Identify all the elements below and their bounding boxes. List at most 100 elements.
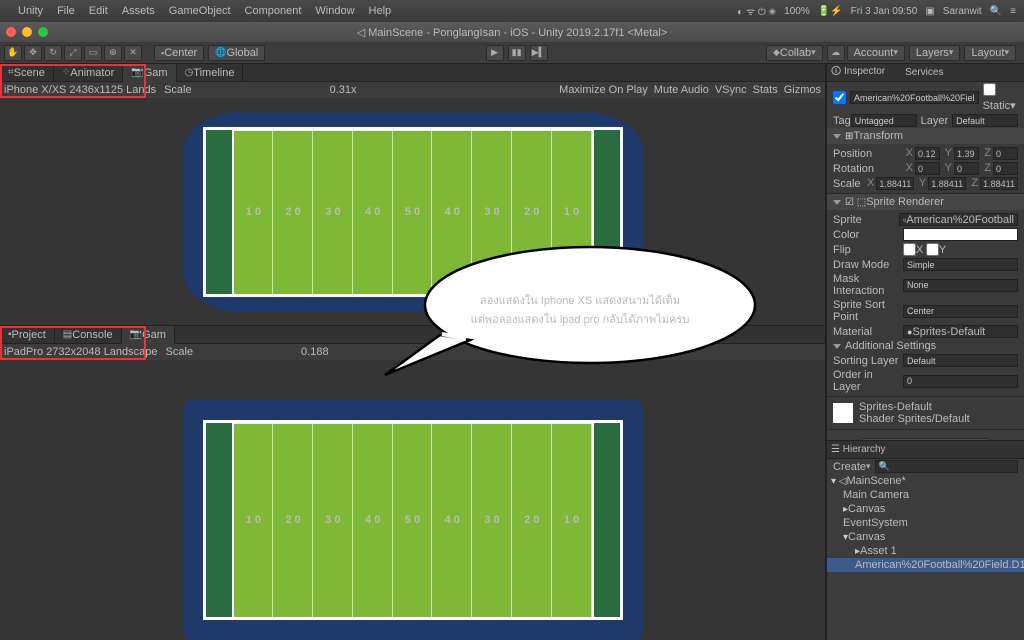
transform-tool[interactable]: ⊕ <box>104 45 122 61</box>
menu-assets[interactable]: Assets <box>122 5 155 17</box>
sprite-field[interactable]: ▫American%20Football <box>899 213 1018 226</box>
game-render-bottom: 1 02 03 04 05 04 03 02 01 0 <box>183 400 643 640</box>
rot-z[interactable]: 0 <box>993 162 1018 175</box>
static-check[interactable] <box>983 83 996 96</box>
scene-row[interactable]: ▾ ◁ MainScene* <box>827 474 1024 488</box>
scl-y[interactable]: 1.88411 <box>928 177 966 190</box>
hierarchy-item-selected[interactable]: American%20Football%20Field.D13.2k <box>827 558 1024 572</box>
battery: 100% <box>784 6 810 17</box>
cloud-button[interactable]: ☁ <box>827 45 845 61</box>
game-viewport-bottom: 1 02 03 04 05 04 03 02 01 0 <box>0 360 825 640</box>
mute-toggle[interactable]: Mute Audio <box>654 84 709 96</box>
hierarchy-item[interactable]: ▸ Canvas <box>827 502 1024 516</box>
macos-menubar: Unity File Edit Assets GameObject Compon… <box>0 0 1024 22</box>
go-enabled[interactable] <box>833 91 846 104</box>
pivot-rotation[interactable]: 🌐Global <box>208 45 265 61</box>
pos-x[interactable]: 0.12 <box>915 147 940 160</box>
close-dot[interactable] <box>6 27 16 37</box>
rotate-tool[interactable]: ↻ <box>44 45 62 61</box>
menu-file[interactable]: File <box>57 5 75 17</box>
traffic-lights[interactable] <box>6 27 48 37</box>
tab-hierarchy[interactable]: ☰ Hierarchy <box>831 444 896 455</box>
order-field[interactable]: 0 <box>903 375 1018 388</box>
menu-component[interactable]: Component <box>245 5 302 17</box>
material-icon <box>833 403 853 423</box>
user-icon: ▣ <box>925 6 934 17</box>
scl-x[interactable]: 1.88411 <box>876 177 914 190</box>
vsync-toggle[interactable]: VSync <box>715 84 747 96</box>
rot-x[interactable]: 0 <box>915 162 940 175</box>
custom-tool[interactable]: ✕ <box>124 45 142 61</box>
status-icon: ◐ ᯤ ⏻ ✺ <box>737 4 776 18</box>
gizmos-toggle[interactable]: Gizmos <box>784 84 821 96</box>
tab-project[interactable]: ▪ Project <box>0 326 55 344</box>
account-dropdown[interactable]: Account ▾ <box>847 45 905 61</box>
maximize-toggle[interactable]: Maximize On Play <box>559 84 648 96</box>
hierarchy-item[interactable]: ▾ Canvas <box>827 530 1024 544</box>
tab-console[interactable]: ▤ Console <box>55 326 122 344</box>
menu-gameobject[interactable]: GameObject <box>169 5 231 17</box>
scl-z[interactable]: 1.88411 <box>980 177 1018 190</box>
layout-dropdown[interactable]: Layout ▾ <box>964 45 1016 61</box>
speech-bubble: ลองแสดงใน Iphone XS แสดงสนามได้เต็มแต่พอ… <box>380 240 760 380</box>
device-dropdown-bottom[interactable]: iPadPro 2732x2048 Landscape <box>4 346 158 358</box>
pos-y[interactable]: 1.39 <box>954 147 979 160</box>
transform-header[interactable]: ⊞ Transform <box>827 128 1024 144</box>
hierarchy-search[interactable]: 🔍 <box>875 460 1018 473</box>
collab-button[interactable]: ◆Collab ▾ <box>766 45 823 61</box>
menu-unity[interactable]: Unity <box>18 5 43 17</box>
tag-dropdown[interactable]: Untagged <box>851 114 917 127</box>
flip-x[interactable] <box>903 243 916 256</box>
device-dropdown-top[interactable]: iPhone X/XS 2436x1125 Lands <box>4 84 156 96</box>
stats-toggle[interactable]: Stats <box>753 84 778 96</box>
step-button[interactable]: ▶▍ <box>530 45 548 61</box>
tab-animator[interactable]: ⁘ Animator <box>54 64 123 82</box>
play-button[interactable]: ▶ <box>486 45 504 61</box>
pause-button[interactable]: ▮▮ <box>508 45 526 61</box>
pivot-mode[interactable]: ▪Center <box>154 45 204 61</box>
zoom-dot[interactable] <box>38 27 48 37</box>
hand-tool[interactable]: ✋ <box>4 45 22 61</box>
scale-tool[interactable]: ⤢ <box>64 45 82 61</box>
tab-scene[interactable]: ⌗ Scene <box>0 64 54 82</box>
min-dot[interactable] <box>22 27 32 37</box>
menu-window[interactable]: Window <box>315 5 354 17</box>
game-header-top: iPhone X/XS 2436x1125 Lands Scale 0.31x … <box>0 82 825 98</box>
pos-z[interactable]: 0 <box>993 147 1018 160</box>
battery-icon: 🔋⚡ <box>818 6 843 17</box>
window-title: ◁ MainScene - PonglangIsan - iOS - Unity… <box>357 26 668 39</box>
tab-inspector[interactable]: 🛈 Inspector <box>831 64 895 81</box>
layers-dropdown[interactable]: Layers ▾ <box>909 45 961 61</box>
hierarchy-item[interactable]: EventSystem <box>827 516 1024 530</box>
mask-dropdown[interactable]: None <box>903 279 1018 292</box>
spriterenderer-header[interactable]: ☑ ⬚ Sprite Renderer <box>827 194 1024 210</box>
move-tool[interactable]: ✥ <box>24 45 42 61</box>
unity-toolbar: ✋ ✥ ↻ ⤢ ▭ ⊕ ✕ ▪Center 🌐Global ▶ ▮▮ ▶▍ ◆C… <box>0 42 1024 64</box>
hierarchy-create[interactable]: Create <box>833 461 866 473</box>
color-field[interactable] <box>903 228 1018 241</box>
material-field[interactable]: ●Sprites-Default <box>903 325 1018 338</box>
layer-dropdown[interactable]: Default <box>952 114 1018 127</box>
tab-game-top[interactable]: 📷 Gam <box>123 64 176 82</box>
menu-icon[interactable]: ≡ <box>1010 6 1016 17</box>
rect-tool[interactable]: ▭ <box>84 45 102 61</box>
window-titlebar: ◁ MainScene - PonglangIsan - iOS - Unity… <box>0 22 1024 42</box>
flip-y[interactable] <box>926 243 939 256</box>
user[interactable]: Saranwit <box>943 6 982 17</box>
menu-help[interactable]: Help <box>369 5 392 17</box>
sortlayer-dropdown[interactable]: Default <box>903 354 1018 367</box>
top-tabs: ⌗ Scene ⁘ Animator 📷 Gam ◷ Timeline <box>0 64 825 82</box>
tab-timeline[interactable]: ◷ Timeline <box>177 64 244 82</box>
hierarchy-item[interactable]: ▸ Asset 1 <box>827 544 1024 558</box>
tab-game-bottom[interactable]: 📷 Gam <box>122 326 175 344</box>
hierarchy-item[interactable]: Main Camera <box>827 488 1024 502</box>
clock: Fri 3 Jan 09:50 <box>851 6 918 17</box>
menu-edit[interactable]: Edit <box>89 5 108 17</box>
hierarchy-panel: ☰ Hierarchy Create ▾ 🔍 ▾ ◁ MainScene* Ma… <box>827 440 1024 640</box>
rot-y[interactable]: 0 <box>954 162 979 175</box>
search-icon[interactable]: 🔍 <box>990 6 1002 17</box>
tab-services[interactable]: Services <box>905 67 943 78</box>
go-name[interactable]: American%20Football%20Fiel <box>850 91 979 104</box>
sortpoint-dropdown[interactable]: Center <box>903 305 1018 318</box>
drawmode-dropdown[interactable]: Simple <box>903 258 1018 271</box>
